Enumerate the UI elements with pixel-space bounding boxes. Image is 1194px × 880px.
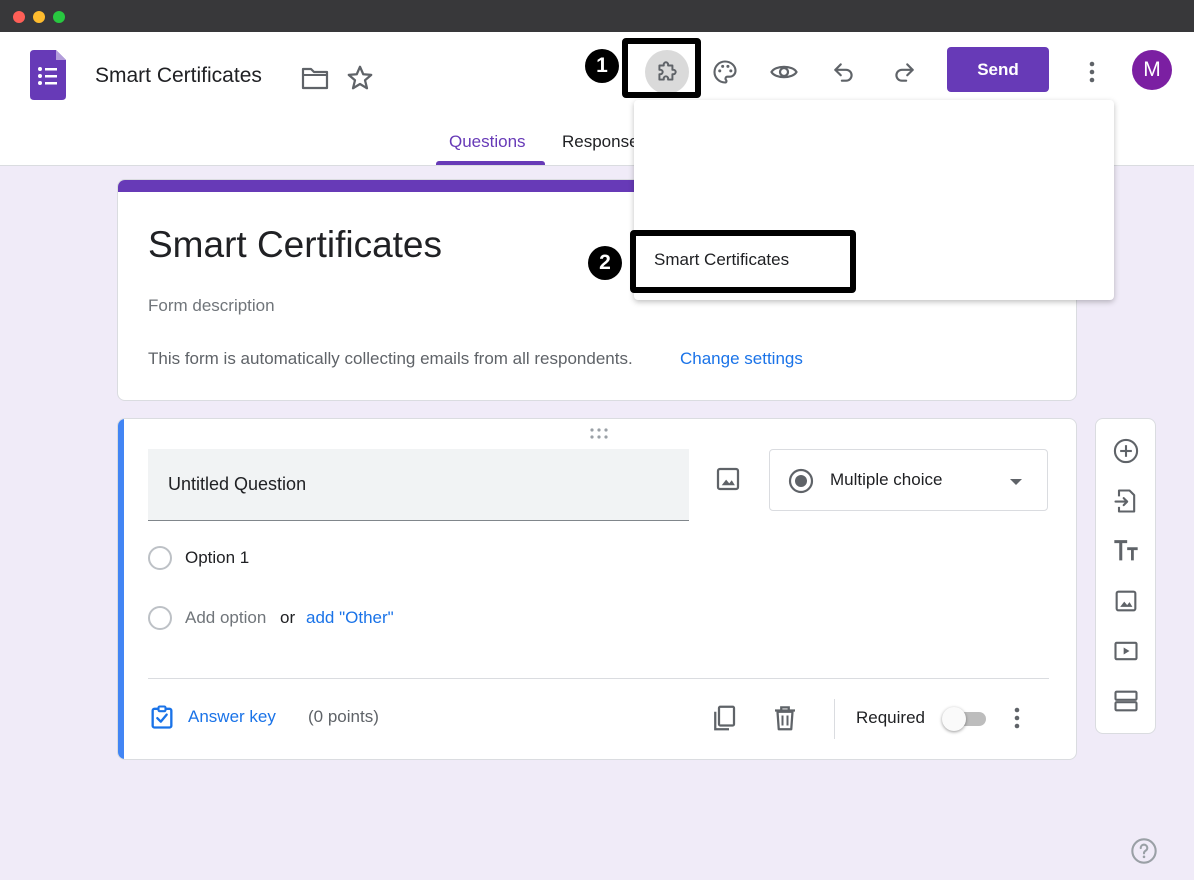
- more-options-button[interactable]: [1072, 52, 1112, 92]
- folder-icon[interactable]: [301, 65, 329, 91]
- copy-icon[interactable]: [709, 703, 739, 733]
- step-2-highlight: [630, 230, 856, 293]
- toggle-knob: [942, 707, 966, 731]
- divider: [834, 699, 835, 739]
- or-text: or: [280, 608, 296, 627]
- avatar[interactable]: M: [1132, 50, 1172, 90]
- drag-handle-icon[interactable]: [588, 427, 610, 441]
- forms-logo-icon[interactable]: [30, 50, 66, 100]
- answer-key-icon[interactable]: [148, 703, 176, 731]
- redo-icon: [891, 59, 917, 85]
- dropdown-caret-icon: [1006, 472, 1026, 492]
- import-questions-button[interactable]: [1110, 485, 1142, 517]
- preview-button[interactable]: [764, 52, 804, 92]
- add-other-button[interactable]: add "Other": [306, 608, 394, 628]
- required-toggle[interactable]: [942, 707, 988, 731]
- add-image-icon: [1112, 587, 1140, 615]
- import-icon: [1112, 487, 1140, 515]
- help-icon[interactable]: [1130, 837, 1158, 865]
- add-title-button[interactable]: [1110, 535, 1142, 567]
- redo-button[interactable]: [884, 52, 924, 92]
- email-collection-notice: This form is automatically collecting em…: [148, 349, 633, 368]
- more-vert-icon: [1004, 703, 1030, 733]
- more-vert-icon: [1088, 60, 1096, 84]
- add-section-button[interactable]: [1110, 685, 1142, 717]
- undo-button[interactable]: [824, 52, 864, 92]
- add-circle-icon: [1112, 437, 1140, 465]
- question-title-text: Untitled Question: [168, 474, 307, 494]
- step-1-highlight: [622, 38, 701, 98]
- change-settings-link[interactable]: Change settings: [680, 349, 803, 369]
- option-label[interactable]: Option 1: [185, 548, 249, 568]
- minimize-window-button[interactable]: [33, 11, 45, 23]
- form-description-field[interactable]: Form description: [148, 296, 275, 316]
- question-title-input[interactable]: Untitled Question: [148, 449, 689, 521]
- title-icon: [1112, 537, 1140, 565]
- add-option-button[interactable]: Add option: [185, 608, 266, 628]
- question-more-button[interactable]: [1004, 703, 1030, 733]
- question-type-select[interactable]: Multiple choice: [769, 449, 1048, 511]
- image-icon[interactable]: [713, 464, 743, 494]
- active-card-indicator: [118, 419, 124, 759]
- required-label: Required: [856, 708, 925, 727]
- step-1-badge: 1: [585, 49, 619, 83]
- add-question-button[interactable]: [1110, 435, 1142, 467]
- divider: [148, 678, 1049, 679]
- star-icon[interactable]: [345, 63, 375, 93]
- radio-icon: [788, 468, 814, 494]
- step-2-badge: 2: [588, 246, 622, 280]
- form-title[interactable]: Smart Certificates: [148, 224, 442, 266]
- points-label: (0 points): [308, 707, 379, 726]
- add-image-button[interactable]: [1110, 585, 1142, 617]
- question-type-label: Multiple choice: [830, 470, 943, 489]
- question-card[interactable]: Untitled Question Multiple choice Option…: [117, 418, 1077, 760]
- close-window-button[interactable]: [13, 11, 25, 23]
- window-titlebar: [0, 0, 1194, 32]
- side-toolbar: [1095, 418, 1156, 734]
- answer-key-button[interactable]: Answer key: [188, 707, 276, 727]
- zoom-window-button[interactable]: [53, 11, 65, 23]
- document-title[interactable]: Smart Certificates: [95, 64, 262, 88]
- send-button[interactable]: Send: [947, 47, 1049, 92]
- add-video-button[interactable]: [1110, 635, 1142, 667]
- add-option-radio: [148, 606, 172, 630]
- undo-icon: [831, 59, 857, 85]
- active-tab-indicator: [436, 161, 545, 165]
- option-radio: [148, 546, 172, 570]
- trash-icon[interactable]: [770, 703, 800, 733]
- preview-eye-icon: [769, 57, 799, 87]
- customize-theme-button[interactable]: [705, 52, 745, 92]
- tab-questions[interactable]: Questions: [449, 132, 526, 152]
- palette-icon: [711, 58, 739, 86]
- section-icon: [1112, 687, 1140, 715]
- video-icon: [1112, 637, 1140, 665]
